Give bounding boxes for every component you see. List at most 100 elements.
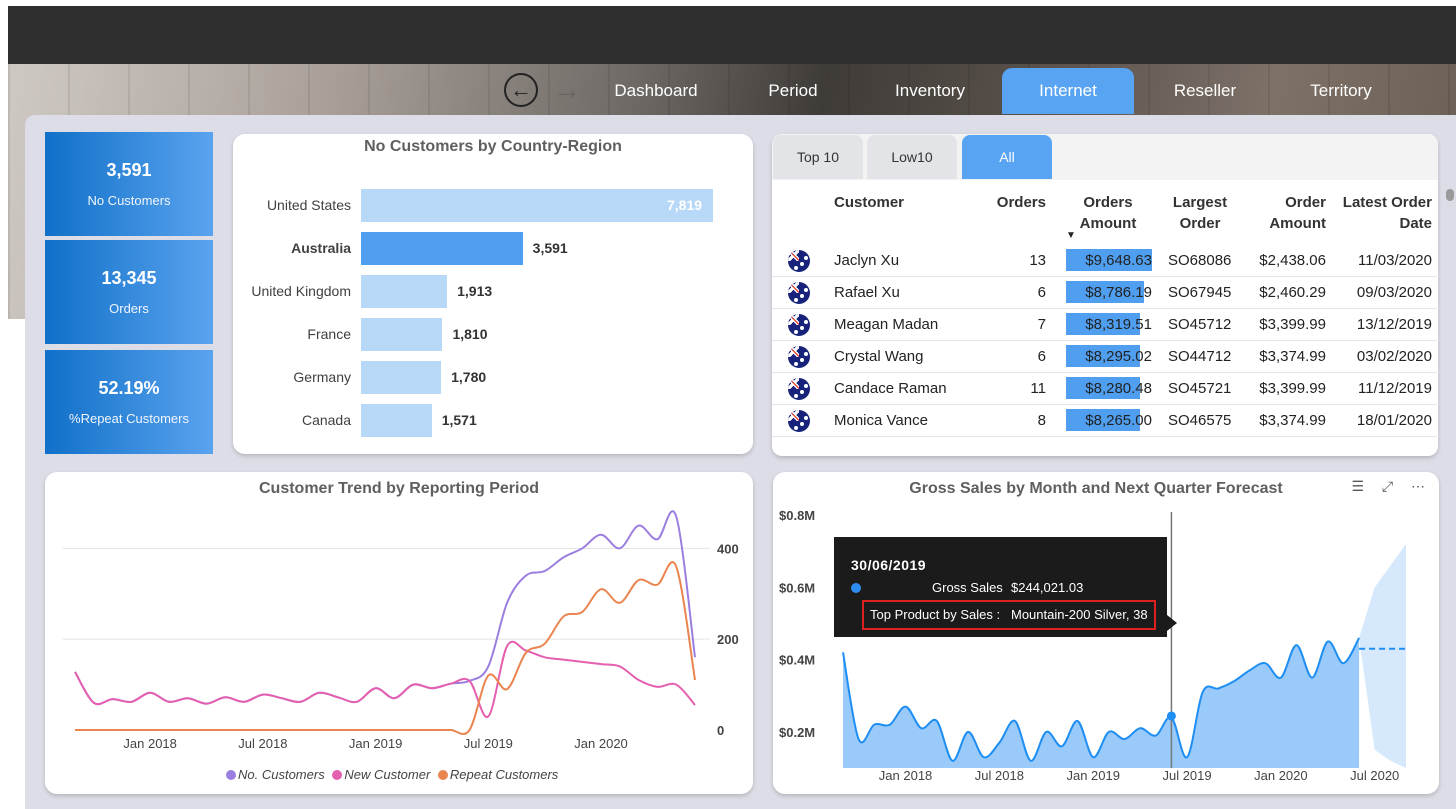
bar-category-label: Canada xyxy=(301,412,351,428)
legend-item-customers[interactable]: No. Customers xyxy=(226,767,325,782)
table-row[interactable]: Crystal Wang 6 $8,295.02 SO44712 $3,374.99 03… xyxy=(772,341,1437,373)
column-header-order-amount[interactable]: Order Amount xyxy=(1254,192,1326,234)
filter-tab-top10[interactable]: Top 10 xyxy=(773,135,863,179)
cell-customer: Jaclyn Xu xyxy=(834,252,900,269)
bar-germany[interactable] xyxy=(361,361,442,394)
tooltip-date: 30/06/2019 xyxy=(851,557,927,573)
tooltip-top-product-value: Mountain-200 Silver, 38 xyxy=(1011,607,1148,622)
cell-largest-order: SO68086 xyxy=(1168,252,1232,269)
cell-order-amount: $3,399.99 xyxy=(1259,316,1326,333)
bar-value-label: 7,819 xyxy=(667,197,703,213)
chart-tooltip: 30/06/2019 Gross Sales $244,021.03 Top P… xyxy=(834,537,1177,637)
cell-latest-order-date: 13/12/2019 xyxy=(1356,316,1432,333)
series-line-no-customers xyxy=(74,510,696,706)
cell-orders-amount: $8,786.19 xyxy=(1085,284,1152,301)
country-bar-chart[interactable]: No Customers by Country-Region United St… xyxy=(233,134,753,454)
filter-tab-all[interactable]: All xyxy=(962,135,1052,179)
kpi-card-orders[interactable]: 13,345 Orders xyxy=(45,240,213,344)
kpi-card-customers[interactable]: 3,591 No Customers xyxy=(45,132,213,236)
tab-internet[interactable]: Internet xyxy=(1002,68,1134,114)
bar-france[interactable] xyxy=(361,318,443,351)
cell-largest-order: SO44712 xyxy=(1168,348,1232,365)
table-row[interactable]: Jaclyn Xu 13 $9,648.63 SO68086 $2,438.06 11/0… xyxy=(772,245,1437,277)
australia-flag-icon xyxy=(788,410,810,432)
column-header-customer[interactable]: Customer xyxy=(834,192,904,213)
x-tick-label: Jul 2020 xyxy=(1350,768,1399,783)
x-tick-label: Jan 2019 xyxy=(349,736,403,751)
australia-flag-icon xyxy=(788,314,810,336)
kpi-label: Orders xyxy=(109,301,149,316)
column-header-largest-order[interactable]: Largest Order xyxy=(1164,192,1236,234)
cell-latest-order-date: 11/03/2020 xyxy=(1358,252,1432,269)
kpi-label: No Customers xyxy=(87,193,171,208)
kpi-card-repeat-customers[interactable]: 52.19% %Repeat Customers xyxy=(45,350,213,454)
filter-tab-low10[interactable]: Low10 xyxy=(867,135,957,179)
bar-australia[interactable] xyxy=(361,232,523,265)
hover-point xyxy=(1166,711,1176,721)
cell-customer: Monica Vance xyxy=(834,412,928,429)
back-button[interactable]: ← xyxy=(504,73,538,107)
arrow-right-icon: → xyxy=(553,74,581,105)
cell-orders-amount: $8,265.00 xyxy=(1085,412,1152,429)
cell-orders-amount: $8,295.02 xyxy=(1085,348,1152,365)
x-tick-label: Jan 2018 xyxy=(879,768,933,783)
x-tick-label: Jul 2018 xyxy=(238,736,287,751)
x-tick-label: Jul 2019 xyxy=(464,736,513,751)
cell-customer: Rafael Xu xyxy=(834,284,900,301)
cell-latest-order-date: 09/03/2020 xyxy=(1356,284,1432,301)
bar-category-label: France xyxy=(307,326,351,342)
table-row[interactable]: Monica Vance 8 $8,265.00 SO46575 $3,374.99 18… xyxy=(772,405,1437,437)
bar-canada[interactable] xyxy=(361,404,432,437)
y-tick-label: 400 xyxy=(717,541,739,556)
customer-trend-chart[interactable]: Customer Trend by Reporting Period 0 200 4… xyxy=(45,472,753,794)
cell-orders-amount: $8,280.48 xyxy=(1085,380,1152,397)
x-tick-label: Jan 2019 xyxy=(1066,768,1120,783)
bar-category-label: United Kingdom xyxy=(251,283,351,299)
x-tick-label: Jan 2020 xyxy=(574,736,628,751)
sort-descending-icon: ▼ xyxy=(1066,230,1076,241)
bar-value-label: 3,591 xyxy=(532,240,568,256)
kpi-cards: 3,591 No Customers 13,345 Orders 52.19% … xyxy=(45,132,213,454)
bar-united-states[interactable] xyxy=(361,189,713,222)
bar-category-label: Germany xyxy=(293,369,351,385)
column-header-orders-amount[interactable]: Orders Amount xyxy=(1068,192,1148,234)
tab-reseller[interactable]: Reseller xyxy=(1139,68,1271,114)
series-line-new-customer xyxy=(74,640,696,718)
tab-period[interactable]: Period xyxy=(727,68,859,114)
x-tick-label: Jul 2019 xyxy=(1162,768,1211,783)
y-tick-label: $0.4M xyxy=(779,653,815,668)
bar-value-label: 1,780 xyxy=(451,369,487,385)
line-chart-plot: 0 200 400 Jan 2018 Jul 2018 Jan 2019 Jul 2019 J… xyxy=(63,510,739,751)
cell-order-amount: $2,438.06 xyxy=(1259,252,1326,269)
arrow-left-circle-icon: ← xyxy=(510,77,532,102)
tab-territory[interactable]: Territory xyxy=(1275,68,1407,114)
tab-dashboard[interactable]: Dashboard xyxy=(590,68,722,114)
bar-united-kingdom[interactable] xyxy=(361,275,448,308)
bar-category-label: United States xyxy=(266,197,351,213)
table-row[interactable]: Meagan Madan 7 $8,319.51 SO45712 $3,399.99 13… xyxy=(772,309,1437,341)
bar-category-label: Australia xyxy=(291,240,351,256)
y-tick-label: 0 xyxy=(717,723,724,738)
bar-chart-plot: United States 7,819 Australia 3,591 United K… xyxy=(233,134,753,454)
cell-order-amount: $3,374.99 xyxy=(1259,412,1326,429)
legend-item-new-customer[interactable]: New Customer xyxy=(332,767,430,782)
column-header-latest-order-date[interactable]: Latest Order Date xyxy=(1338,192,1432,234)
cell-orders: 6 xyxy=(1037,284,1046,301)
cell-orders-amount: $9,648.63 xyxy=(1085,252,1152,269)
column-header-orders[interactable]: Orders xyxy=(992,192,1046,213)
australia-flag-icon xyxy=(788,378,810,400)
tooltip-top-product-label: Top Product by Sales : xyxy=(870,607,1001,622)
tab-inventory[interactable]: Inventory xyxy=(864,68,996,114)
cell-customer: Meagan Madan xyxy=(834,316,939,333)
y-tick-label: $0.8M xyxy=(779,508,815,523)
cell-customer: Crystal Wang xyxy=(834,348,924,365)
chart-legend: No. Customers New Customer Repeat Custom… xyxy=(226,767,558,782)
table-scrollbar[interactable] xyxy=(1446,189,1454,201)
bar-value-label: 1,571 xyxy=(441,412,477,428)
table-row[interactable]: Rafael Xu 6 $8,786.19 SO67945 $2,460.29 09/03… xyxy=(772,277,1437,309)
legend-item-repeat-customers[interactable]: Repeat Customers xyxy=(437,767,558,782)
forward-button[interactable]: → xyxy=(550,73,584,107)
table-row[interactable]: Candace Raman 11 $8,280.48 SO45721 $3,399.99… xyxy=(772,373,1437,405)
cell-orders: 7 xyxy=(1037,316,1046,333)
cell-orders: 13 xyxy=(1029,252,1046,269)
